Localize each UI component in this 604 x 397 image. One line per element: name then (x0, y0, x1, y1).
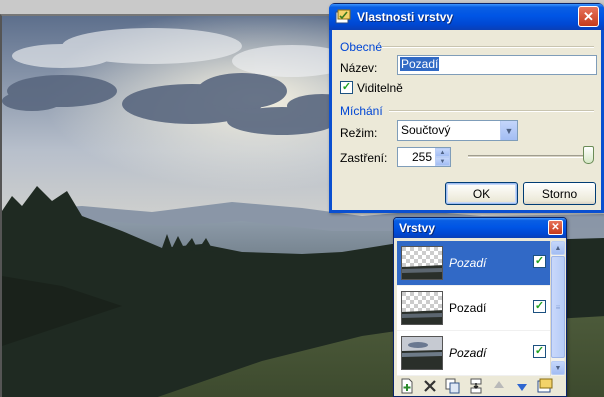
name-field[interactable]: Pozadí (397, 55, 597, 75)
opacity-spin-buttons[interactable]: ▲ ▼ (435, 148, 450, 166)
visible-label: Viditelně (357, 81, 403, 95)
opacity-spinner[interactable]: 255 ▲ ▼ (397, 147, 451, 167)
layer-properties-dialog: Vlastnosti vrstvy ✕ Obecné Název: Pozadí… (329, 3, 604, 213)
layer-name[interactable]: Pozadí (449, 346, 486, 360)
layers-close-button[interactable]: ✕ (548, 220, 563, 235)
layer-row[interactable]: Pozadí ✓ (397, 241, 550, 286)
visible-checkbox[interactable]: ✓ (340, 81, 353, 94)
layer-properties-icon (335, 9, 351, 25)
section-general-label: Obecné (340, 40, 383, 54)
add-layer-icon[interactable] (397, 377, 417, 395)
opacity-slider-track[interactable] (468, 155, 594, 158)
dialog-titlebar[interactable]: Vlastnosti vrstvy (329, 4, 604, 30)
ok-button[interactable]: OK (445, 182, 518, 205)
layer-thumbnail (401, 246, 443, 280)
delete-layer-icon[interactable] (420, 377, 440, 395)
layers-title: Vrstvy (399, 221, 436, 235)
section-general-divider (382, 46, 594, 48)
merge-layer-down-icon[interactable] (466, 377, 486, 395)
blend-mode-value: Součtový (401, 123, 451, 137)
scroll-down-icon[interactable]: ▼ (551, 361, 565, 375)
dialog-title: Vlastnosti vrstvy (357, 10, 454, 24)
spin-down-icon[interactable]: ▼ (435, 157, 450, 166)
name-field-value: Pozadí (400, 57, 440, 71)
cancel-button[interactable]: Storno (523, 182, 596, 205)
spin-up-icon[interactable]: ▲ (435, 148, 450, 157)
scroll-thumb[interactable]: ≡ (551, 256, 565, 358)
layers-panel: Vrstvy ✕ Pozadí ✓ Pozadí ✓ Pozadí ✓ ▲ ≡ … (393, 217, 567, 397)
layer-visibility-checkbox[interactable]: ✓ (533, 255, 546, 268)
layers-toolbar (397, 376, 562, 396)
section-blending-label: Míchání (340, 104, 383, 118)
layer-list-scrollbar[interactable]: ▲ ≡ ▼ (550, 241, 565, 376)
duplicate-layer-icon[interactable] (443, 377, 463, 395)
layer-name[interactable]: Pozadí (449, 301, 486, 315)
opacity-slider-thumb[interactable] (583, 146, 594, 164)
move-layer-up-icon[interactable] (489, 377, 509, 395)
layer-thumbnail (401, 291, 443, 325)
chevron-down-icon[interactable]: ▼ (500, 121, 517, 140)
layer-name[interactable]: Pozadí (449, 256, 486, 270)
section-blending-divider (389, 110, 594, 112)
mode-label: Režim: (340, 126, 378, 140)
layer-visibility-checkbox[interactable]: ✓ (533, 345, 546, 358)
name-label: Název: (340, 61, 378, 75)
layer-list[interactable]: Pozadí ✓ Pozadí ✓ Pozadí ✓ (397, 241, 550, 376)
layers-titlebar[interactable]: Vrstvy (394, 218, 566, 238)
dialog-close-button[interactable]: ✕ (578, 6, 599, 27)
layer-visibility-checkbox[interactable]: ✓ (533, 300, 546, 313)
layer-properties-icon[interactable] (535, 377, 555, 395)
move-layer-down-icon[interactable] (512, 377, 532, 395)
layer-thumbnail (401, 336, 443, 370)
layer-row[interactable]: Pozadí ✓ (397, 286, 550, 331)
layer-row[interactable]: Pozadí ✓ (397, 331, 550, 376)
opacity-label: Zastření: (340, 151, 388, 165)
blend-mode-select[interactable]: Součtový ▼ (397, 120, 518, 141)
scroll-up-icon[interactable]: ▲ (551, 241, 565, 255)
opacity-value: 255 (411, 150, 432, 164)
